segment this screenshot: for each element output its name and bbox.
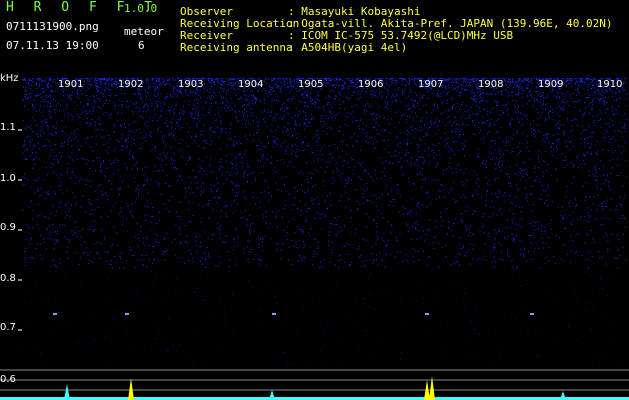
antenna-key: Receiving antenna [180, 41, 293, 54]
meteor-echo-3 [272, 313, 276, 315]
meteor-label: meteor [124, 25, 164, 38]
spectrum-spike-6 [560, 391, 566, 400]
freq-label-0-7: 0.7 [0, 322, 16, 333]
meteor-echo-1 [53, 313, 57, 315]
meteor-echo-4 [425, 313, 429, 315]
freq-label-1-1: 1.1 [0, 122, 16, 133]
frequency-grid [0, 129, 629, 391]
spectrum-spike-1 [64, 384, 70, 400]
minute-label-1902: 1902 [118, 79, 144, 90]
date-time: 07.11.13 19:00 [6, 39, 99, 52]
meteor-echo-2 [125, 313, 129, 315]
khz-unit-label: kHz [0, 73, 19, 84]
freq-label-0-8: 0.8 [0, 273, 16, 284]
minute-label-1907: 1907 [418, 79, 444, 90]
minute-label-1903: 1903 [178, 79, 204, 90]
app-version: 1.0.0 [124, 2, 158, 15]
minute-label-1908: 1908 [478, 79, 504, 90]
freq-label-0-9: 0.9 [0, 222, 16, 233]
minute-label-1906: 1906 [358, 79, 384, 90]
freq-label-1-0: 1.0 [0, 173, 16, 184]
minute-label-1905: 1905 [298, 79, 324, 90]
meteor-echo-5 [530, 313, 534, 315]
minute-label-1909: 1909 [538, 79, 564, 90]
minute-label-1910: 1910 [597, 79, 623, 90]
spectrogram [0, 78, 629, 400]
minute-label-1904: 1904 [238, 79, 264, 90]
minute-label-1901: 1901 [58, 79, 84, 90]
antenna-value: : A504HB(yagi 4el) [288, 41, 408, 54]
meteor-echoes [53, 313, 534, 315]
file-name: 0711131900.png [6, 20, 99, 33]
spectrum-spike-3 [269, 390, 275, 400]
spectrum-spike-2 [128, 378, 134, 400]
noise-layer [22, 78, 628, 366]
meteor-count: 6 [138, 39, 145, 52]
freq-label-0-6: 0.6 [0, 374, 16, 385]
